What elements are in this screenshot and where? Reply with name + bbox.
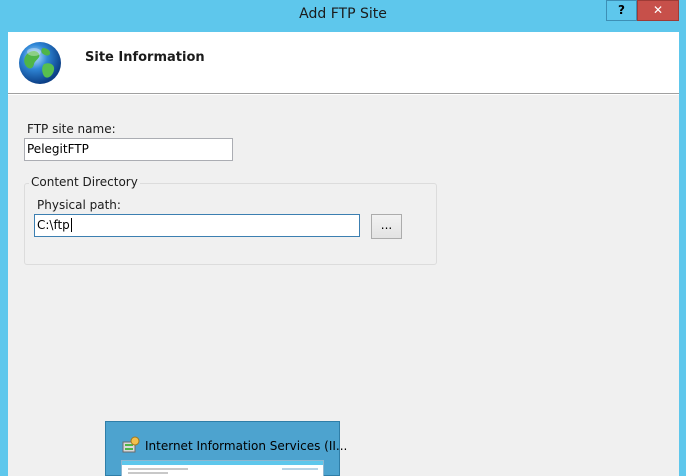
site-name-input[interactable]: PelegitFTP: [24, 138, 233, 161]
preview-titlebar: [122, 461, 323, 465]
globe-icon: [19, 42, 61, 84]
dialog-body: FTP site name: PelegitFTP Content Direct…: [8, 95, 679, 476]
page-title: Site Information: [85, 50, 205, 65]
physical-path-label: Physical path:: [37, 198, 121, 212]
window-title: Add FTP Site: [299, 6, 387, 22]
taskbar-thumbnail[interactable]: Internet Information Services (II...: [105, 421, 347, 476]
help-button[interactable]: ?: [606, 0, 637, 21]
thumbnail-title: Internet Information Services (II...: [145, 439, 348, 453]
content-directory-title: Content Directory: [29, 175, 140, 189]
wizard-header: Site Information: [8, 32, 679, 94]
preview-line: [128, 468, 188, 470]
close-button[interactable]: ✕: [637, 0, 679, 21]
text-caret: [70, 218, 72, 232]
iis-icon: [122, 436, 140, 453]
physical-path-value: C:\ftp: [37, 218, 70, 232]
preview-line: [128, 472, 168, 474]
browse-button[interactable]: ...: [371, 214, 402, 239]
site-name-value: PelegitFTP: [27, 142, 89, 156]
window-frame-left: [0, 32, 8, 476]
preview-line: [282, 468, 318, 470]
window-frame-right: [679, 32, 686, 476]
title-bar[interactable]: Add FTP Site ? ✕: [0, 0, 686, 32]
physical-path-input[interactable]: C:\ftp: [34, 214, 360, 237]
thumbnail-preview: [121, 460, 324, 476]
site-name-label: FTP site name:: [27, 122, 116, 136]
